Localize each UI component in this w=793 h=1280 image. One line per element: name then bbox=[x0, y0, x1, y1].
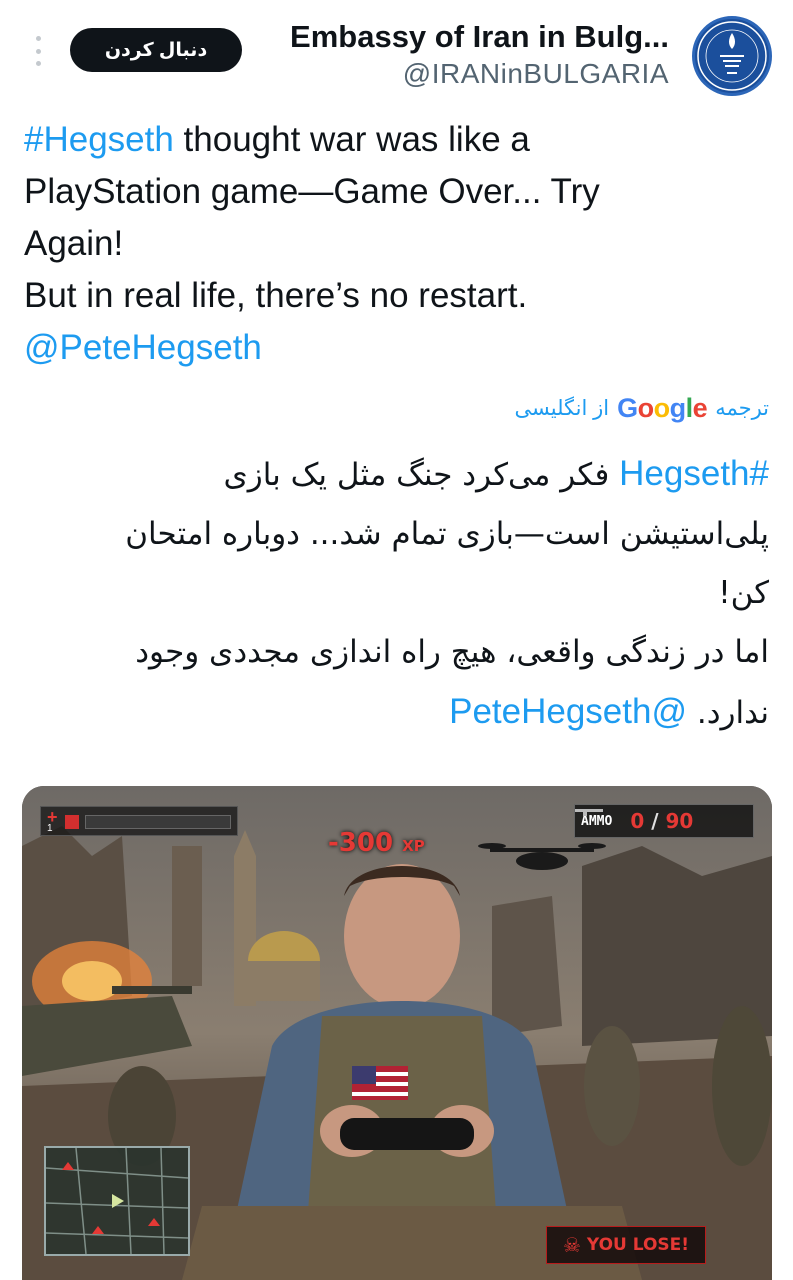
ammo-separator: / bbox=[644, 809, 666, 833]
minimap bbox=[44, 1146, 190, 1256]
translated-mention-link[interactable]: @PeteHegseth bbox=[449, 692, 687, 731]
you-lose-text: YOU LOSE! bbox=[586, 1235, 690, 1255]
author-names[interactable]: Embassy of Iran in Bulg... @IRANinBULGAR… bbox=[290, 18, 669, 92]
google-letter: g bbox=[669, 392, 687, 423]
embassy-seal-icon bbox=[697, 21, 767, 91]
google-logo: Google bbox=[617, 392, 708, 424]
health-level: 1 bbox=[47, 823, 53, 834]
translated-line-1-text: فکر می‌کرد جنگ مثل یک بازی bbox=[223, 457, 620, 493]
tweet-line-4: But in real life, there’s no restart. bbox=[24, 276, 528, 315]
ammo-hud: AMMO 0 / 90 bbox=[574, 804, 754, 838]
dot bbox=[35, 61, 41, 66]
tweet-line-2: PlayStation game—Game Over... Try bbox=[24, 172, 600, 211]
translate-label[interactable]: ترجمه bbox=[715, 396, 769, 421]
xp-value: -300 bbox=[328, 828, 394, 858]
hashtag-link[interactable]: #Hegseth bbox=[24, 120, 174, 159]
translated-line-3: کن! bbox=[718, 575, 769, 611]
google-letter: o bbox=[653, 392, 671, 423]
translated-line-2: پلی‌استیشن است—بازی تمام شد... دوباره ام… bbox=[125, 516, 769, 552]
ammo-count: 0 / 90 bbox=[630, 809, 693, 833]
rifle-icon bbox=[575, 809, 603, 816]
tweet-text: #Hegseth thought war was like a PlayStat… bbox=[24, 114, 774, 374]
more-options-icon[interactable] bbox=[28, 36, 48, 66]
minimap-grid bbox=[46, 1148, 188, 1254]
dot bbox=[35, 36, 41, 41]
google-letter: l bbox=[685, 392, 694, 423]
tweet-media-image[interactable]: + 1 -300 XP AMMO 0 / 90 ☠ YOU LOSE! bbox=[22, 786, 772, 1280]
translated-line-4: اما در زندگی واقعی، هیچ راه اندازی مجددی… bbox=[135, 634, 769, 670]
ammo-current: 0 bbox=[630, 809, 645, 833]
translated-line-5-text: ندارد. bbox=[687, 695, 769, 731]
translated-line-5: ندارد. @PeteHegseth bbox=[24, 682, 769, 743]
tweet-line-5: @PeteHegseth bbox=[24, 322, 774, 374]
translated-text: #Hegseth فکر می‌کرد جنگ مثل یک بازی پلی‌… bbox=[24, 444, 769, 743]
translated-hashtag-link[interactable]: #Hegseth bbox=[619, 454, 769, 493]
health-bar-empty bbox=[85, 815, 231, 829]
mention-link[interactable]: @PeteHegseth bbox=[24, 328, 262, 367]
translation-attribution[interactable]: ترجمه Google از انگلیسی bbox=[515, 390, 770, 426]
translated-line-1: #Hegseth فکر می‌کرد جنگ مثل یک بازی bbox=[24, 444, 769, 505]
author-handle[interactable]: @IRANinBULGARIA bbox=[290, 56, 669, 92]
source-language-label[interactable]: از انگلیسی bbox=[515, 396, 610, 421]
author-display-name[interactable]: Embassy of Iran in Bulg... bbox=[290, 18, 669, 56]
xp-unit: XP bbox=[402, 837, 425, 855]
skull-icon: ☠ bbox=[562, 1234, 581, 1257]
you-lose-banner: ☠ YOU LOSE! bbox=[546, 1226, 706, 1264]
tweet-header: دنبال کردن Embassy of Iran in Bulg... @I… bbox=[0, 0, 793, 110]
health-bar-fill bbox=[65, 815, 79, 829]
health-hud: + 1 bbox=[40, 806, 238, 836]
google-letter: G bbox=[617, 392, 638, 423]
dot bbox=[35, 48, 41, 54]
google-letter: e bbox=[692, 392, 708, 423]
author-avatar[interactable] bbox=[692, 16, 772, 96]
xp-penalty: -300 XP bbox=[328, 828, 425, 858]
google-letter: o bbox=[637, 392, 655, 423]
ammo-total: 90 bbox=[665, 809, 694, 833]
tweet-line-1-text: thought war was like a bbox=[173, 120, 530, 159]
tweet-line-3: Again! bbox=[24, 224, 124, 263]
follow-button[interactable]: دنبال کردن bbox=[70, 28, 242, 72]
tweet-line-1: #Hegseth thought war was like a bbox=[24, 114, 774, 166]
